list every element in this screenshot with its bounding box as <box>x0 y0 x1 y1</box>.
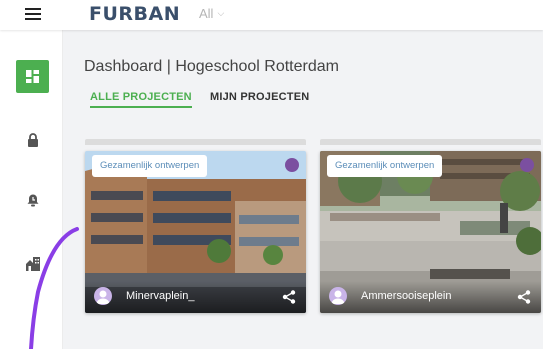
user-icon <box>331 290 345 304</box>
card-footer <box>85 281 306 313</box>
page-title: Dashboard | Hogeschool Rotterdam <box>84 58 339 75</box>
dashboard-icon <box>26 70 39 83</box>
app-logo[interactable]: FURBAN <box>89 3 180 25</box>
card-header-bar <box>85 139 306 145</box>
avatar <box>329 287 347 305</box>
project-name: Minervaplein_ <box>126 290 195 302</box>
sidebar-item-alarm[interactable] <box>16 183 49 216</box>
alarm-bell-icon <box>27 194 38 206</box>
project-name: Ammersooiseplein <box>361 290 452 302</box>
sidebar-item-buildings[interactable] <box>16 247 49 280</box>
tab-mijn-projecten[interactable]: MIJN PROJECTEN <box>210 91 309 103</box>
share-icon[interactable] <box>517 290 531 304</box>
filter-dropdown[interactable]: All ⌵ <box>199 6 224 21</box>
share-icon[interactable] <box>282 290 296 304</box>
menu-icon[interactable] <box>25 8 41 21</box>
status-dot <box>520 158 534 172</box>
user-icon <box>96 290 110 304</box>
buildings-icon <box>25 257 40 271</box>
project-card[interactable]: Gezamenlijk ontwerpen Minervaplein_ <box>85 151 306 313</box>
avatar <box>94 287 112 305</box>
sidebar-item-lock[interactable] <box>16 123 49 156</box>
project-tag: Gezamenlijk ontwerpen <box>327 155 443 177</box>
sidebar-item-dashboard[interactable] <box>16 60 49 93</box>
project-card[interactable]: Gezamenlijk ontwerpen Ammersooiseplein <box>320 151 541 313</box>
chevron-down-icon: ⌵ <box>217 8 225 18</box>
lock-icon <box>27 132 38 147</box>
sidebar <box>0 30 63 349</box>
card-header-bar <box>320 139 541 145</box>
tab-alle-projecten[interactable]: ALLE PROJECTEN <box>90 91 192 108</box>
main-content: Dashboard | Hogeschool Rotterdam ALLE PR… <box>62 30 543 349</box>
filter-value: All <box>199 6 214 21</box>
status-dot <box>285 158 299 172</box>
top-bar: FURBAN All ⌵ <box>0 0 543 30</box>
project-tag: Gezamenlijk ontwerpen <box>92 155 208 177</box>
